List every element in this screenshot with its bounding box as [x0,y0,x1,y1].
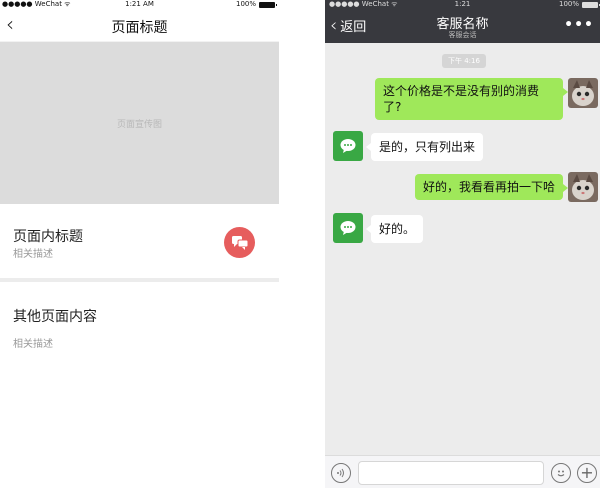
speech-bubble-icon [340,139,356,153]
status-time: 1:21 [454,0,471,8]
nav-bar: ‹ 页面标题 [0,9,279,42]
voice-input-button[interactable] [331,463,351,483]
speech-bubble-icon [340,221,356,235]
message-bubble[interactable]: 是的，只有列出来 [365,133,484,161]
chat-input-bar: + [325,455,600,488]
service-avatar[interactable] [333,213,363,243]
cat-avatar-icon [568,78,598,108]
customer-service-button[interactable] [224,227,255,258]
section-description: 相关描述 [13,339,53,350]
battery-percent: 100% [558,0,579,8]
section-title: 其他页面内容 [13,309,97,325]
promo-banner[interactable]: 页面宣传图 [0,42,279,204]
battery-indicator: 100% [235,0,277,9]
status-bar: ●●●●● WeChat ᯤ 1:21 AM 100% [0,0,279,9]
battery-percent: 100% [235,0,256,8]
service-avatar[interactable] [333,131,363,161]
banner-placeholder-label: 页面宣传图 [116,119,162,130]
chat-subtitle: 客服会话 [448,31,477,39]
battery-indicator: 100% [558,0,600,9]
right-phone-screen: ●●●●● WeChat ᯤ 1:21 100% ‹ 返回 客服名称 客服会话 … [325,0,600,488]
cat-avatar-icon [568,172,598,202]
section-title: 页面内标题 [13,229,83,245]
left-phone-screen: ●●●●● WeChat ᯤ 1:21 AM 100% ‹ 页面标题 页面宣传图… [0,0,279,488]
voice-wave-icon [337,468,344,478]
battery-icon [582,1,600,8]
message-outgoing: 这个价格是不是没有别的消费了? [375,78,568,120]
message-outgoing: 好的，我看看再拍一下哈 [375,174,569,200]
carrier-signal: ●●●●● WeChat ᯤ [2,0,71,8]
carrier-signal: ●●●●● WeChat ᯤ [329,0,398,8]
section-description: 相关描述 [13,249,53,260]
status-time: 1:21 AM [125,0,154,8]
chat-nav-bar: ‹ 返回 客服名称 客服会话 ••• [325,9,600,43]
content-section-secondary: 其他页面内容 相关描述 [0,282,279,362]
message-bubble[interactable]: 这个价格是不是没有别的消费了? [375,78,568,120]
plus-icon: + [580,463,594,482]
message-bubble[interactable]: 好的，我看看再拍一下哈 [414,174,569,200]
user-avatar[interactable] [568,172,598,202]
user-avatar[interactable] [568,78,598,108]
battery-icon [259,1,277,8]
message-input[interactable] [358,461,544,485]
emoji-button[interactable] [551,463,571,483]
smiley-icon [557,470,565,477]
content-section-primary: 页面内标题 相关描述 [0,204,279,282]
chat-bubbles-icon [231,235,248,250]
message-bubble[interactable]: 好的。 [365,215,424,243]
message-timestamp: 下午 4:16 [442,54,486,68]
status-bar: ●●●●● WeChat ᯤ 1:21 100% [325,0,600,9]
more-actions-button[interactable]: + [577,463,597,483]
more-options-icon[interactable]: ••• [564,17,594,33]
page-title: 页面标题 [111,20,168,36]
